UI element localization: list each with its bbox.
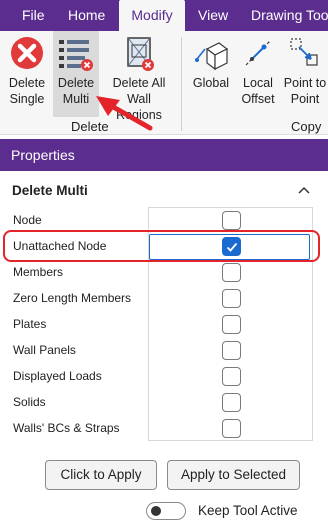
- section-title: Delete Multi: [12, 183, 88, 198]
- delete-single-label-2: Single: [9, 92, 45, 106]
- row-walls-bcs-straps: Walls' BCs & Straps: [0, 416, 328, 442]
- row-displayed-loads: Displayed Loads: [0, 364, 328, 390]
- local-offset-label-1: Local: [243, 76, 273, 90]
- tab-file[interactable]: File: [12, 0, 55, 31]
- delete-all-label-1: Delete All: [112, 76, 166, 90]
- local-offset-label-2: Offset: [241, 92, 275, 106]
- delete-multi-button[interactable]: Delete Multi: [53, 31, 99, 117]
- row-label: Members: [13, 265, 64, 279]
- delete-multi-icon: [59, 40, 93, 71]
- row-label: Node: [13, 213, 42, 227]
- ribbon: Delete Single Delete Multi Delete All Wall …: [0, 31, 328, 135]
- row-solids: Solids: [0, 390, 328, 416]
- row-label: Plates: [13, 317, 47, 331]
- point-to-point-icon: [290, 38, 318, 66]
- properties-header: Properties: [0, 139, 328, 171]
- local-offset-button[interactable]: Local Offset: [236, 31, 280, 117]
- checkbox-members[interactable]: [222, 263, 241, 282]
- global-button[interactable]: Global: [188, 31, 234, 117]
- tab-view[interactable]: View: [188, 0, 238, 31]
- point-to-point-label-1: Point to: [283, 76, 327, 90]
- global-label: Global: [192, 76, 230, 90]
- point-to-point-label-2: Point: [290, 92, 320, 106]
- row-label: Displayed Loads: [13, 369, 102, 383]
- delete-all-label-2: Wall Regions: [116, 92, 162, 122]
- toggle-knob: [151, 506, 161, 516]
- delete-single-label-1: Delete: [8, 76, 46, 90]
- row-label: Solids: [13, 395, 46, 409]
- tab-modify[interactable]: Modify: [119, 0, 185, 31]
- checkbox-wall-panels[interactable]: [222, 341, 241, 360]
- checkbox-displayed-loads[interactable]: [222, 367, 241, 386]
- row-zero-length-members: Zero Length Members: [0, 286, 328, 312]
- delete-all-wall-regions-button[interactable]: Delete All Wall Regions: [103, 31, 175, 122]
- row-label: Walls' BCs & Straps: [13, 421, 120, 435]
- local-offset-icon: [245, 40, 271, 66]
- chevron-up-icon[interactable]: [298, 183, 310, 197]
- delete-wall-regions-icon: [127, 37, 154, 71]
- checkbox-zero-length-members[interactable]: [222, 289, 241, 308]
- tab-drawing-tools[interactable]: Drawing Too: [241, 0, 328, 31]
- row-wall-panels: Wall Panels: [0, 338, 328, 364]
- apply-to-selected-button[interactable]: Apply to Selected: [167, 460, 300, 490]
- click-to-apply-button[interactable]: Click to Apply: [45, 460, 157, 490]
- delete-single-button[interactable]: Delete Single: [3, 31, 51, 117]
- delete-multi-label-2: Multi: [62, 92, 90, 106]
- highlight-box: [3, 230, 320, 262]
- row-label: Wall Panels: [13, 343, 76, 357]
- row-label: Zero Length Members: [13, 291, 132, 305]
- global-axes-icon: [195, 42, 229, 71]
- menu-bar: File Home Modify View Drawing Too: [0, 0, 328, 31]
- checkbox-node[interactable]: [222, 211, 241, 230]
- keep-tool-active-toggle[interactable]: [146, 502, 186, 520]
- group-label-delete: Delete: [71, 119, 109, 134]
- row-members: Members: [0, 260, 328, 286]
- checkbox-solids[interactable]: [222, 393, 241, 412]
- checkbox-walls-bcs-straps[interactable]: [222, 419, 241, 438]
- delete-multi-label-1: Delete: [57, 76, 95, 90]
- keep-tool-active-label: Keep Tool Active: [198, 503, 298, 518]
- delete-circle-icon: [11, 37, 43, 69]
- tab-home[interactable]: Home: [58, 0, 115, 31]
- row-plates: Plates: [0, 312, 328, 338]
- point-to-point-button[interactable]: Point to Point: [282, 31, 328, 117]
- checkbox-plates[interactable]: [222, 315, 241, 334]
- ribbon-separator: [181, 37, 182, 131]
- group-label-copy: Copy: [291, 119, 322, 134]
